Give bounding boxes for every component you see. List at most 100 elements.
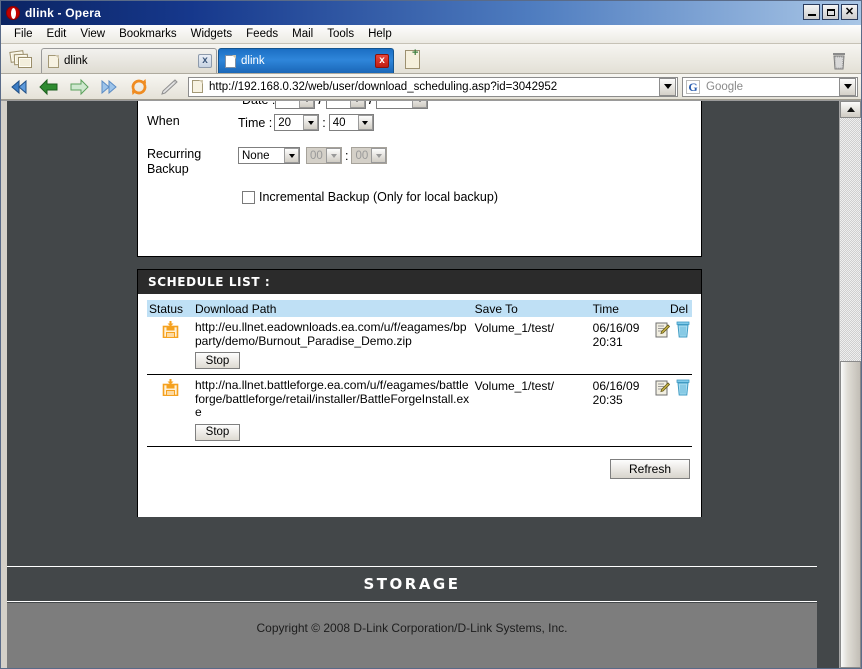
time-row: Time : 20 : 40 [238, 114, 374, 131]
menu-item-tools[interactable]: Tools [320, 27, 361, 41]
time-minute-select[interactable]: 40 [328, 114, 374, 131]
trash-icon[interactable] [831, 52, 847, 70]
download-path: http://na.llnet.battleforge.ea.com/u/f/e… [195, 378, 470, 419]
minimize-button[interactable] [803, 4, 820, 20]
address-bar: http://192.168.0.32/web/user/download_sc… [1, 74, 861, 100]
page-content-column: Date : / / When Time : [137, 101, 702, 572]
title-bar: dlink - Opera ✕ [1, 1, 861, 25]
trash-icon[interactable] [676, 379, 690, 396]
rewind-icon[interactable] [4, 76, 33, 98]
edit-icon[interactable] [655, 380, 670, 396]
scrollbar-thumb [840, 361, 861, 668]
page-footer: Copyright © 2008 D-Link Corporation/D-Li… [7, 603, 817, 668]
download-floppy-icon [162, 321, 179, 339]
page-icon [192, 80, 203, 93]
row-actions-cell [652, 317, 692, 375]
column-header-download-path: Download Path [193, 300, 473, 317]
recurrence-hour-select[interactable]: 00 [306, 147, 342, 164]
row-time-clock: 20:35 [592, 393, 623, 407]
page-sidebar-dark [7, 101, 137, 572]
tab-dlink-2[interactable]: dlink x [218, 48, 394, 73]
date-day-select[interactable] [325, 101, 366, 109]
row-time-clock: 20:31 [592, 335, 623, 349]
window-controls: ✕ [803, 4, 858, 20]
recurring-row: None 00 : 00 [238, 147, 388, 164]
search-dropdown-chevron-down-icon[interactable] [839, 77, 856, 96]
storage-banner-text: STORAGE [363, 575, 461, 593]
chevron-down-icon [303, 115, 319, 130]
url-bar[interactable]: http://192.168.0.32/web/user/download_sc… [188, 76, 678, 97]
stop-button[interactable]: Stop [195, 352, 240, 369]
menu-item-edit[interactable]: Edit [40, 27, 74, 41]
download-path: http://eu.llnet.eadownloads.ea.com/u/f/e… [195, 320, 467, 348]
row-time-date: 06/16/09 [592, 321, 640, 335]
menu-item-file[interactable]: File [7, 27, 40, 41]
opera-logo-icon [6, 6, 20, 20]
row-save-to-cell: Volume_1/test/ [472, 374, 591, 447]
row-path-cell: http://na.llnet.battleforge.ea.com/u/f/e… [193, 374, 473, 447]
chevron-down-icon [357, 115, 373, 130]
table-row: http://na.llnet.battleforge.ea.com/u/f/e… [147, 374, 692, 447]
table-header-row: Status Download Path Save To Time Del [147, 300, 692, 317]
time-hour-select[interactable]: 20 [274, 114, 320, 131]
incremental-backup-label: Incremental Backup (Only for local backu… [259, 190, 498, 204]
edit-icon[interactable] [655, 322, 670, 338]
recurrence-minute-value: 00 [355, 149, 369, 162]
chevron-down-icon [326, 148, 341, 163]
stop-button[interactable]: Stop [195, 423, 240, 441]
menu-item-mail[interactable]: Mail [285, 27, 320, 41]
url-text: http://192.168.0.32/web/user/download_sc… [209, 80, 558, 93]
schedule-list-panel: SCHEDULE LIST : Status Download Path Sav… [137, 269, 702, 517]
back-icon[interactable] [34, 76, 63, 98]
storage-banner: STORAGE [7, 566, 817, 602]
forward-icon[interactable] [64, 76, 93, 98]
new-page-icon[interactable]: + [403, 47, 423, 71]
close-button[interactable]: ✕ [841, 4, 858, 20]
recurrence-minute-select[interactable]: 00 [351, 147, 388, 164]
tab-close-icon[interactable]: x [375, 54, 389, 68]
chevron-down-icon [371, 148, 387, 163]
scrollbar-track[interactable] [840, 118, 861, 668]
page-icon [48, 54, 59, 68]
recurring-backup-label: Recurring Backup [147, 147, 202, 176]
search-box[interactable]: G Google [682, 76, 858, 97]
reload-icon[interactable] [124, 76, 153, 98]
incremental-backup-checkbox[interactable] [242, 190, 255, 204]
row-save-to-cell: Volume_1/test/ [472, 317, 591, 375]
date-year-select[interactable] [376, 101, 429, 109]
time-label: Time : [238, 115, 273, 130]
row-time-date: 06/16/09 [592, 379, 640, 393]
column-header-del: Del [652, 300, 692, 317]
menu-item-help[interactable]: Help [361, 27, 399, 41]
schedule-list-body: Status Download Path Save To Time Del ht… [138, 294, 701, 517]
vertical-scrollbar[interactable] [839, 101, 861, 668]
schedule-settings-panel: Date : / / When Time : [137, 101, 702, 257]
date-row-clipped: Date : / / [138, 101, 701, 112]
scroll-up-icon[interactable] [840, 101, 861, 118]
tab-dlink-1[interactable]: dlink x [41, 48, 217, 73]
trash-icon[interactable] [676, 321, 690, 338]
refresh-button[interactable]: Refresh [610, 458, 690, 479]
browser-window: dlink - Opera ✕ File Edit View Bookmarks… [0, 0, 862, 669]
recurrence-select[interactable]: None [238, 147, 300, 164]
menu-item-view[interactable]: View [73, 27, 112, 41]
url-dropdown-chevron-down-icon[interactable] [659, 77, 676, 96]
tab-close-icon[interactable]: x [198, 54, 212, 68]
fast-forward-icon[interactable] [94, 76, 123, 98]
menu-item-feeds[interactable]: Feeds [239, 27, 285, 41]
search-input[interactable]: Google [706, 81, 839, 93]
copyright-text: Copyright © 2008 D-Link Corporation/D-Li… [256, 621, 568, 635]
menu-item-bookmarks[interactable]: Bookmarks [112, 27, 184, 41]
window-title: dlink - Opera [25, 6, 101, 20]
date-month-select[interactable] [275, 101, 316, 109]
tab-bar: dlink x dlink x + [1, 44, 861, 74]
row-status-cell [147, 317, 193, 375]
menu-item-widgets[interactable]: Widgets [184, 27, 240, 41]
recurrence-value: None [242, 149, 270, 162]
row-time-cell: 06/16/09 20:31 [590, 317, 653, 375]
maximize-button[interactable] [822, 4, 839, 20]
tab-stack-icon[interactable] [9, 47, 35, 71]
google-icon: G [686, 79, 700, 94]
chevron-down-icon [284, 148, 299, 163]
pen-icon[interactable] [154, 76, 183, 98]
